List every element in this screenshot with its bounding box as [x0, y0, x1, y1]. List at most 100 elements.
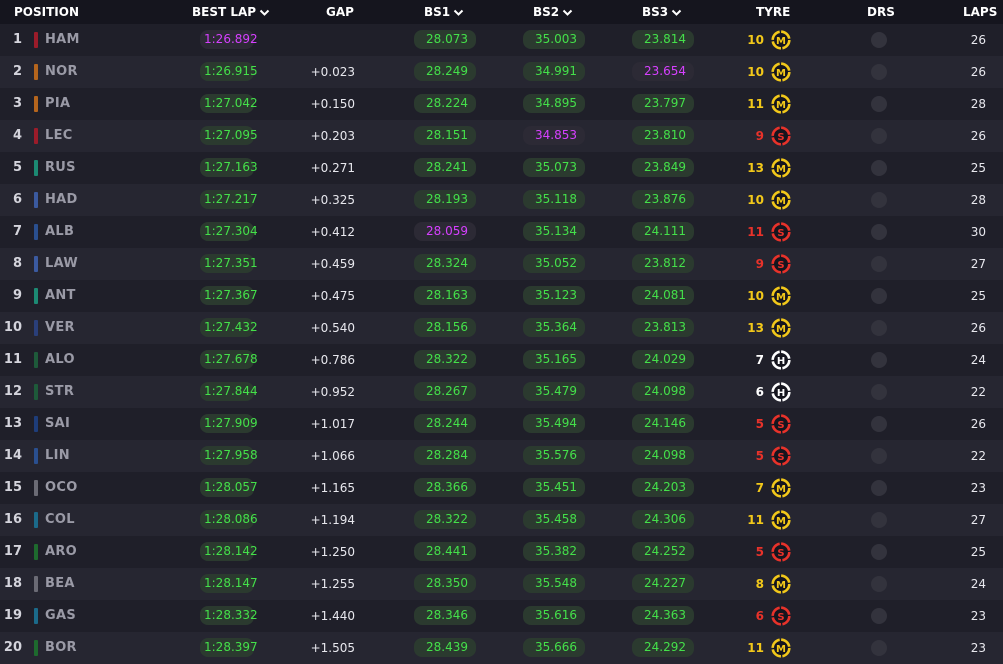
driver-code[interactable]: RUS [45, 152, 76, 184]
table-row[interactable]: 9 ANT 1:27.367 +0.475 28.163 35.123 24.081 10 M 2… [0, 280, 1003, 312]
best-lap-time: 1:27.042 [200, 94, 258, 113]
tyre-compound-letter: M [776, 196, 786, 207]
team-color-bar [34, 384, 38, 400]
tyre-compound-letter: M [776, 100, 786, 111]
driver-code[interactable]: BOR [45, 632, 77, 664]
bs1-time: 28.322 [414, 510, 476, 529]
table-row[interactable]: 1 HAM 1:26.892 28.073 35.003 23.814 10 M 26 [0, 24, 1003, 56]
position-number: 2 [12, 64, 22, 79]
bs1-time: 28.267 [414, 382, 476, 401]
drs-indicator-icon [871, 384, 887, 400]
position-number: 13 [3, 416, 22, 431]
bs2-time: 35.165 [523, 350, 585, 369]
header-laps[interactable]: LAPS [963, 0, 997, 24]
table-row[interactable]: 3 PIA 1:27.042 +0.150 28.224 34.895 23.797 11 M 2… [0, 88, 1003, 120]
gap-value: +1.255 [310, 577, 355, 591]
laps-count: 22 [970, 449, 986, 463]
header-drs[interactable]: DRS [867, 0, 895, 24]
tyre-age: 5 [755, 545, 764, 559]
gap-value: +0.023 [310, 65, 355, 79]
gap-value: +1.017 [310, 417, 355, 431]
table-row[interactable]: 13 SAI 1:27.909 +1.017 28.244 35.494 24.146 5 S 2… [0, 408, 1003, 440]
driver-code[interactable]: SAI [45, 408, 70, 440]
tyre-compound-icon: S [771, 606, 791, 626]
position-number: 14 [3, 448, 22, 463]
drs-indicator-icon [871, 256, 887, 272]
table-row[interactable]: 20 BOR 1:28.397 +1.505 28.439 35.666 24.292 11 M… [0, 632, 1003, 664]
table-row[interactable]: 6 HAD 1:27.217 +0.325 28.193 35.118 23.876 10 M 2… [0, 184, 1003, 216]
bs3-time: 23.876 [632, 190, 694, 209]
table-row[interactable]: 16 COL 1:28.086 +1.194 28.322 35.458 24.306 11 M… [0, 504, 1003, 536]
header-gap[interactable]: GAP [326, 0, 354, 24]
driver-code[interactable]: HAD [45, 184, 78, 216]
best-lap-time: 1:27.958 [200, 446, 258, 465]
driver-code[interactable]: GAS [45, 600, 76, 632]
table-row[interactable]: 15 OCO 1:28.057 +1.165 28.366 35.451 24.203 7 M 2… [0, 472, 1003, 504]
table-row[interactable]: 19 GAS 1:28.332 +1.440 28.346 35.616 24.363 6 S 2… [0, 600, 1003, 632]
laps-count: 27 [970, 257, 986, 271]
bs3-time: 24.227 [632, 574, 694, 593]
driver-code[interactable]: STR [45, 376, 74, 408]
header-position[interactable]: POSITION [14, 0, 79, 24]
table-row[interactable]: 17 ARO 1:28.142 +1.250 28.441 35.382 24.252 5 S 2… [0, 536, 1003, 568]
bs1-time: 28.324 [414, 254, 476, 273]
chevron-down-icon [453, 9, 464, 16]
gap-value: +0.786 [310, 353, 355, 367]
table-row[interactable]: 11 ALO 1:27.678 +0.786 28.322 35.165 24.029 7 H 2… [0, 344, 1003, 376]
driver-code[interactable]: LAW [45, 248, 78, 280]
header-bs3[interactable]: BS3 [642, 0, 682, 24]
tyre-compound-letter: S [777, 260, 784, 271]
driver-code[interactable]: ARO [45, 536, 77, 568]
bs1-time: 28.241 [414, 158, 476, 177]
driver-code[interactable]: LIN [45, 440, 70, 472]
best-lap-time: 1:27.095 [200, 126, 258, 145]
header-bs1[interactable]: BS1 [424, 0, 464, 24]
best-lap-time: 1:27.678 [200, 350, 258, 369]
tyre-age: 13 [747, 321, 764, 335]
bs2-time: 35.364 [523, 318, 585, 337]
table-row[interactable]: 14 LIN 1:27.958 +1.066 28.284 35.576 24.098 5 S 2… [0, 440, 1003, 472]
table-row[interactable]: 2 NOR 1:26.915 +0.023 28.249 34.991 23.654 10 M 2… [0, 56, 1003, 88]
driver-code[interactable]: PIA [45, 88, 70, 120]
table-row[interactable]: 7 ALB 1:27.304 +0.412 28.059 35.134 24.111 11 S 3… [0, 216, 1003, 248]
position-number: 4 [12, 128, 22, 143]
bs3-time: 23.797 [632, 94, 694, 113]
chevron-down-icon [671, 9, 682, 16]
driver-code[interactable]: HAM [45, 24, 80, 56]
team-color-bar [34, 416, 38, 432]
table-row[interactable]: 10 VER 1:27.432 +0.540 28.156 35.364 23.813 13 M… [0, 312, 1003, 344]
driver-code[interactable]: BEA [45, 568, 75, 600]
bs1-time: 28.059 [414, 222, 476, 241]
driver-code[interactable]: ALB [45, 216, 74, 248]
driver-code[interactable]: OCO [45, 472, 78, 504]
position-number: 18 [3, 576, 22, 591]
tyre-age: 7 [755, 353, 764, 367]
bs3-time: 23.812 [632, 254, 694, 273]
table-row[interactable]: 18 BEA 1:28.147 +1.255 28.350 35.548 24.227 8 M 2… [0, 568, 1003, 600]
table-row[interactable]: 5 RUS 1:27.163 +0.271 28.241 35.073 23.849 13 M 2… [0, 152, 1003, 184]
tyre-compound-letter: M [776, 324, 786, 335]
bs3-time: 24.029 [632, 350, 694, 369]
table-row[interactable]: 4 LEC 1:27.095 +0.203 28.151 34.853 23.810 9 S 26 [0, 120, 1003, 152]
team-color-bar [34, 128, 38, 144]
driver-code[interactable]: COL [45, 504, 75, 536]
tyre-age: 11 [747, 641, 764, 655]
header-tyre[interactable]: TYRE [756, 0, 790, 24]
header-bs2[interactable]: BS2 [533, 0, 573, 24]
table-row[interactable]: 12 STR 1:27.844 +0.952 28.267 35.479 24.098 6 H 2… [0, 376, 1003, 408]
tyre-compound-icon: M [771, 638, 791, 658]
driver-code[interactable]: LEC [45, 120, 73, 152]
bs1-time: 28.439 [414, 638, 476, 657]
drs-indicator-icon [871, 608, 887, 624]
driver-code[interactable]: NOR [45, 56, 78, 88]
drs-indicator-icon [871, 480, 887, 496]
table-row[interactable]: 8 LAW 1:27.351 +0.459 28.324 35.052 23.812 9 S 27 [0, 248, 1003, 280]
header-best-lap[interactable]: BEST LAP [192, 0, 270, 24]
driver-code[interactable]: ANT [45, 280, 76, 312]
drs-indicator-icon [871, 32, 887, 48]
laps-count: 25 [970, 545, 986, 559]
bs2-time: 35.052 [523, 254, 585, 273]
bs2-time: 35.458 [523, 510, 585, 529]
driver-code[interactable]: ALO [45, 344, 75, 376]
driver-code[interactable]: VER [45, 312, 75, 344]
